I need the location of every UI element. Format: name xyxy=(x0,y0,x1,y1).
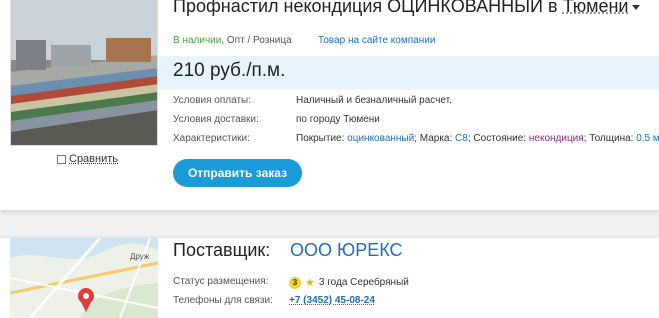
specs-values: Покрытие: оцинкованный; Марка: С8; Состо… xyxy=(296,133,659,144)
spec-thickness-name: Толщина: xyxy=(589,133,634,144)
delivery-value: по городу Тюмени xyxy=(296,114,380,125)
send-order-button[interactable]: Отправить заказ xyxy=(173,159,302,187)
spec-state-name: Состояние: xyxy=(473,133,527,144)
supplier-name-link[interactable]: ООО ЮРЕКС xyxy=(290,240,402,261)
checkbox-icon[interactable] xyxy=(57,154,66,164)
spec-thickness-value[interactable]: 0.5 мм xyxy=(636,133,659,144)
company-site-link[interactable]: Товар на сайте компании xyxy=(318,35,435,46)
city-selector[interactable]: Тюмени xyxy=(563,0,629,16)
sale-types: , Опт / Розница xyxy=(221,35,292,46)
phone-link[interactable]: +7 (3452) 45-08-24 xyxy=(289,295,375,306)
supplier-label: Поставщик: xyxy=(173,240,271,260)
status-text: 3 года Серебряный xyxy=(318,277,409,288)
phone-value: +7 (3452) 45-08-24 xyxy=(289,295,375,306)
star-icon: ★ xyxy=(305,277,315,289)
payment-value: Наличный и безналичный расчет. xyxy=(296,95,452,106)
specs-label: Характеристики: xyxy=(173,133,250,144)
product-card: Сравнить Профнастил некондиция ОЦИНКОВАН… xyxy=(0,0,659,210)
status-row: Статус размещения: 3 ★ 3 года Серебряный xyxy=(173,276,409,289)
product-title[interactable]: Профнастил некондиция ОЦИНКОВАННЫЙ в Тюм… xyxy=(173,0,641,17)
spec-coating-name: Покрытие: xyxy=(296,133,345,144)
years-badge: 3 xyxy=(289,276,301,289)
compare-checkbox[interactable]: Сравнить xyxy=(57,153,118,165)
spec-brand-name: Марка: xyxy=(419,133,453,144)
phones-row: Телефоны для связи: +7 (3452) 45-08-24 xyxy=(173,295,375,306)
status-value: 3 ★ 3 года Серебряный xyxy=(289,276,409,289)
compare-label[interactable]: Сравнить xyxy=(69,153,118,165)
supplier-map[interactable]: Друж xyxy=(10,238,158,318)
status-label: Статус размещения: xyxy=(173,276,269,287)
delivery-row: Условия доставки: по городу Тюмени xyxy=(173,114,380,125)
price: 210 руб./п.м. xyxy=(173,60,286,81)
payment-row: Условия оплаты: Наличный и безналичный р… xyxy=(173,95,452,106)
product-title-text[interactable]: Профнастил некондиция ОЦИНКОВАННЫЙ в xyxy=(173,0,558,16)
availability-line: В наличии, Опт / Розница Товар на сайте … xyxy=(173,35,435,46)
supplier-card: Друж Поставщик: ООО ЮРЕКС Статус размеще… xyxy=(0,238,659,318)
map-label: Друж xyxy=(130,252,150,261)
chevron-down-icon[interactable] xyxy=(632,4,641,10)
product-image[interactable] xyxy=(10,0,158,146)
spec-brand-value[interactable]: С8 xyxy=(455,133,468,144)
delivery-label: Условия доставки: xyxy=(173,114,259,125)
payment-label: Условия оплаты: xyxy=(173,95,251,106)
in-stock-label: В наличии xyxy=(173,35,222,46)
spec-state-value[interactable]: некондиция xyxy=(529,133,584,144)
spec-coating-value[interactable]: оцинкованный xyxy=(347,133,414,144)
specs-row: Характеристики: Покрытие: оцинкованный; … xyxy=(173,133,659,144)
phones-label: Телефоны для связи: xyxy=(173,295,273,306)
